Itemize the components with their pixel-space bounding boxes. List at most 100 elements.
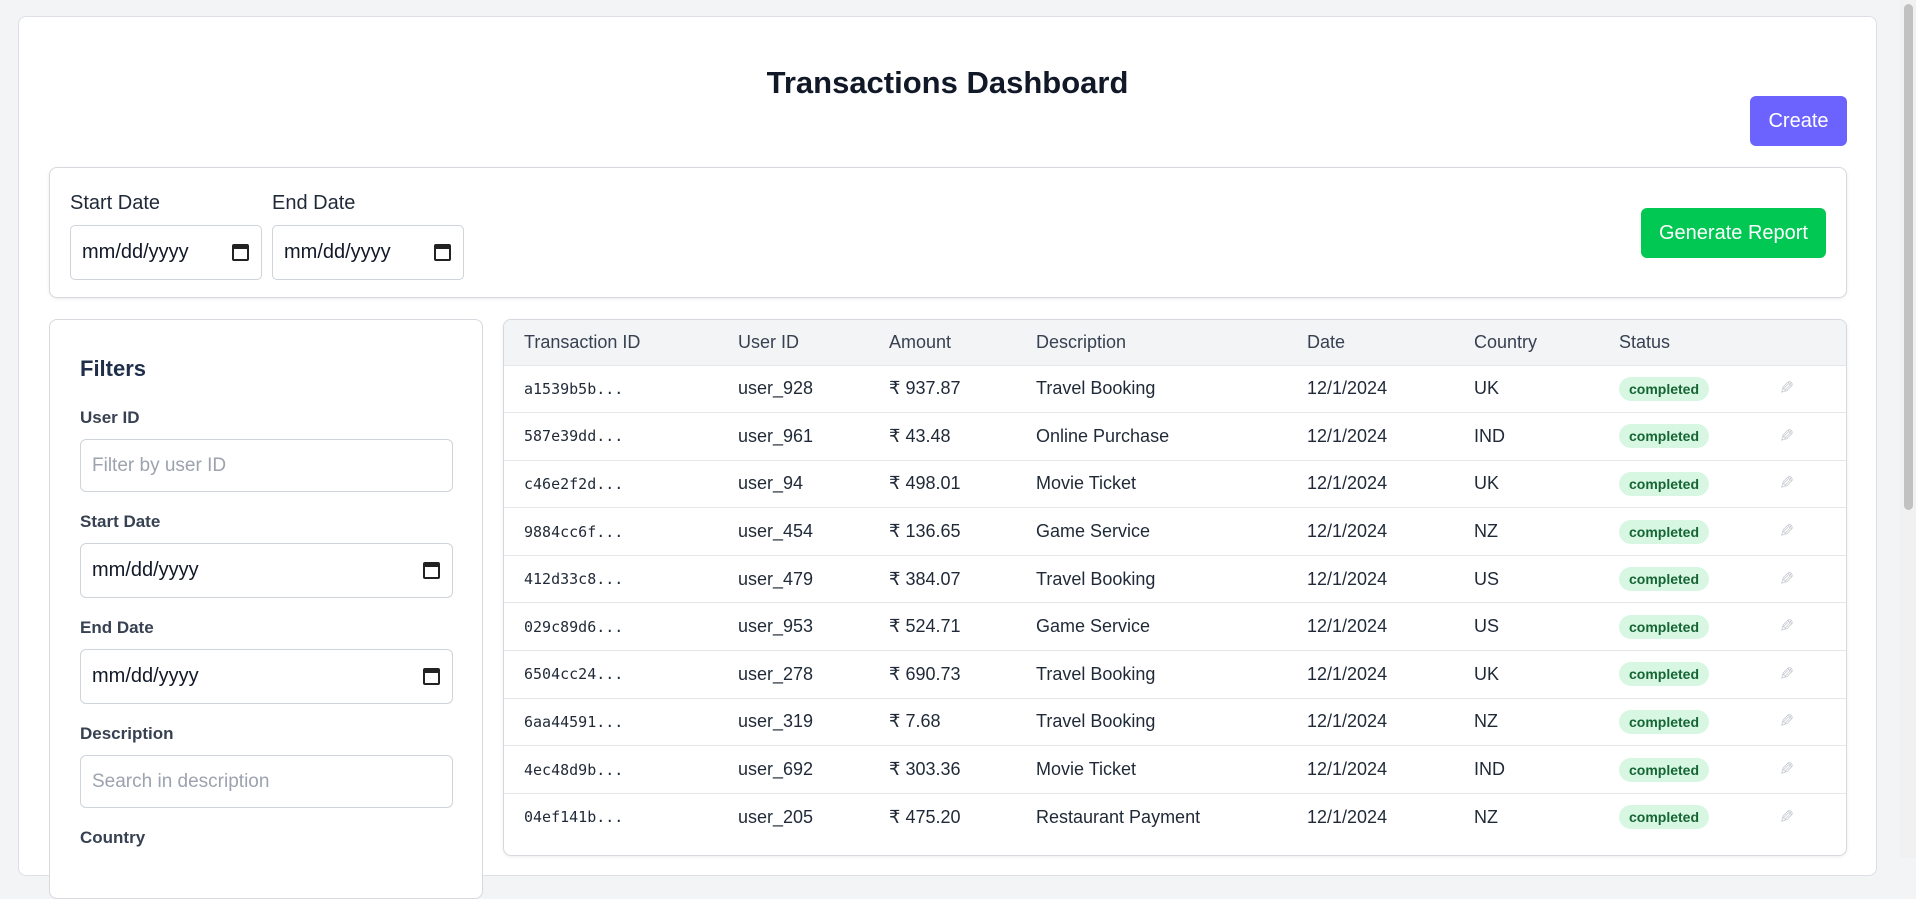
- cell-country: NZ: [1474, 711, 1498, 732]
- cell-transaction-id: c46e2f2d...: [524, 474, 624, 493]
- column-header-status[interactable]: Status: [1599, 320, 1759, 365]
- cell-status: completed: [1599, 651, 1759, 699]
- filter-description-placeholder: Search in description: [92, 770, 270, 792]
- table-header-row: Transaction ID User ID Amount Descriptio…: [504, 320, 1846, 365]
- report-end-date-input[interactable]: mm/dd/yyyy: [272, 225, 464, 280]
- cell-description: Travel Booking: [1036, 711, 1156, 732]
- pencil-edit-icon[interactable]: ✎: [1779, 521, 1794, 542]
- filter-end-date-input[interactable]: mm/dd/yyyy: [80, 649, 453, 704]
- cell-status: completed: [1599, 365, 1759, 413]
- table-row[interactable]: c46e2f2d... user_94 ₹ 498.01 Movie Ticket 12…: [504, 460, 1846, 508]
- table-row[interactable]: 9884cc6f... user_454 ₹ 136.65 Game Service 1…: [504, 507, 1846, 556]
- cell-transaction-id: 4ec48d9b...: [524, 760, 624, 779]
- pencil-edit-icon[interactable]: ✎: [1779, 473, 1794, 494]
- cell-status: completed: [1599, 793, 1759, 841]
- cell-status: completed: [1599, 460, 1759, 508]
- calendar-icon[interactable]: [232, 244, 249, 261]
- cell-status: completed: [1599, 413, 1759, 461]
- cell-description: Online Purchase: [1036, 425, 1170, 446]
- cell-country: NZ: [1474, 521, 1498, 542]
- cell-transaction-id: a1539b5b...: [524, 379, 624, 398]
- column-header-description[interactable]: Description: [1016, 320, 1287, 365]
- filter-description-label: Description: [80, 724, 174, 743]
- report-start-date-input[interactable]: mm/dd/yyyy: [70, 225, 262, 280]
- pencil-edit-icon[interactable]: ✎: [1779, 711, 1794, 732]
- cell-country: UK: [1474, 473, 1500, 494]
- pencil-edit-icon[interactable]: ✎: [1779, 807, 1794, 828]
- cell-description: Movie Ticket: [1036, 759, 1137, 780]
- cell-user-id: user_479: [738, 568, 814, 589]
- table-row[interactable]: 412d33c8... user_479 ₹ 384.07 Travel Bookin…: [504, 555, 1846, 603]
- cell-country: IND: [1474, 759, 1505, 780]
- cell-amount: ₹ 498.01: [889, 473, 961, 494]
- cell-country: US: [1474, 616, 1500, 637]
- column-header-user-id[interactable]: User ID: [718, 320, 869, 365]
- calendar-icon[interactable]: [423, 668, 440, 685]
- report-end-date-label: End Date: [272, 192, 356, 214]
- table-row[interactable]: 4ec48d9b... user_692 ₹ 303.36 Movie Ticket 1…: [504, 745, 1846, 794]
- pencil-edit-icon[interactable]: ✎: [1779, 378, 1794, 399]
- cell-user-id: user_319: [738, 711, 814, 732]
- date-placeholder: mm/dd/yyyy: [284, 241, 391, 263]
- scrollbar-thumb[interactable]: [1904, 4, 1913, 510]
- date-placeholder: mm/dd/yyyy: [82, 241, 189, 263]
- cell-amount: ₹ 937.87: [889, 378, 961, 399]
- filter-country-label: Country: [80, 828, 146, 847]
- cell-actions: ✎: [1759, 413, 1846, 461]
- filter-description-input[interactable]: Search in description: [80, 755, 453, 808]
- cell-description: Game Service: [1036, 616, 1151, 637]
- calendar-icon[interactable]: [423, 562, 440, 579]
- cell-country: US: [1474, 568, 1500, 589]
- date-placeholder: mm/dd/yyyy: [92, 559, 199, 581]
- table-row[interactable]: a1539b5b... user_928 ₹ 937.87 Travel Bookin…: [504, 365, 1846, 413]
- cell-description: Movie Ticket: [1036, 473, 1137, 494]
- cell-transaction-id: 04ef141b...: [524, 808, 624, 827]
- cell-date: 12/1/2024: [1307, 806, 1388, 827]
- cell-status: completed: [1599, 746, 1759, 794]
- status-badge: completed: [1619, 662, 1710, 687]
- cell-actions: ✎: [1759, 651, 1846, 699]
- generate-report-button[interactable]: Generate Report: [1641, 208, 1826, 258]
- page-scrollbar[interactable]: [1900, 0, 1916, 858]
- table-row[interactable]: 6504cc24... user_278 ₹ 690.73 Travel Bookin…: [504, 650, 1846, 699]
- cell-country: UK: [1474, 378, 1500, 399]
- status-badge: completed: [1619, 376, 1710, 401]
- table-row[interactable]: 587e39dd... user_961 ₹ 43.48 Online Purchas…: [504, 412, 1846, 461]
- pencil-edit-icon[interactable]: ✎: [1779, 759, 1794, 780]
- cell-description: Restaurant Payment: [1036, 806, 1201, 827]
- cell-actions: ✎: [1759, 460, 1846, 508]
- column-header-country[interactable]: Country: [1454, 320, 1599, 365]
- cell-transaction-id: 029c89d6...: [524, 617, 624, 636]
- cell-user-id: user_205: [738, 806, 814, 827]
- cell-transaction-id: 412d33c8...: [524, 570, 624, 589]
- create-button[interactable]: Create: [1750, 96, 1847, 146]
- cell-amount: ₹ 43.48: [889, 425, 951, 446]
- cell-user-id: user_961: [738, 425, 814, 446]
- cell-actions: ✎: [1759, 365, 1846, 413]
- cell-date: 12/1/2024: [1307, 568, 1388, 589]
- pencil-edit-icon[interactable]: ✎: [1779, 426, 1794, 447]
- cell-actions: ✎: [1759, 698, 1846, 746]
- table-row[interactable]: 04ef141b... user_205 ₹ 475.20 Restaurant Pa…: [504, 793, 1846, 841]
- column-header-date[interactable]: Date: [1287, 320, 1454, 365]
- table-row[interactable]: 6aa44591... user_319 ₹ 7.68 Travel Booking 1…: [504, 698, 1846, 746]
- calendar-icon[interactable]: [434, 244, 451, 261]
- pencil-edit-icon[interactable]: ✎: [1779, 569, 1794, 590]
- table-row[interactable]: 029c89d6... user_953 ₹ 524.71 Game Service 1…: [504, 602, 1846, 651]
- cell-description: Travel Booking: [1036, 663, 1156, 684]
- cell-description: Travel Booking: [1036, 378, 1156, 399]
- filter-start-date-input[interactable]: mm/dd/yyyy: [80, 543, 453, 598]
- cell-status: completed: [1599, 508, 1759, 556]
- cell-amount: ₹ 384.07: [889, 568, 961, 589]
- cell-date: 12/1/2024: [1307, 378, 1388, 399]
- column-header-transaction-id[interactable]: Transaction ID: [504, 320, 718, 365]
- cell-description: Game Service: [1036, 521, 1151, 542]
- dashboard-card: Transactions Dashboard Create Start Date…: [18, 16, 1877, 899]
- pencil-edit-icon[interactable]: ✎: [1779, 616, 1794, 637]
- pencil-edit-icon[interactable]: ✎: [1779, 664, 1794, 685]
- cell-status: completed: [1599, 603, 1759, 651]
- cell-user-id: user_953: [738, 616, 814, 637]
- cell-status: completed: [1599, 555, 1759, 603]
- column-header-amount[interactable]: Amount: [869, 320, 1016, 365]
- filter-user-id-input[interactable]: Filter by user ID: [80, 439, 453, 492]
